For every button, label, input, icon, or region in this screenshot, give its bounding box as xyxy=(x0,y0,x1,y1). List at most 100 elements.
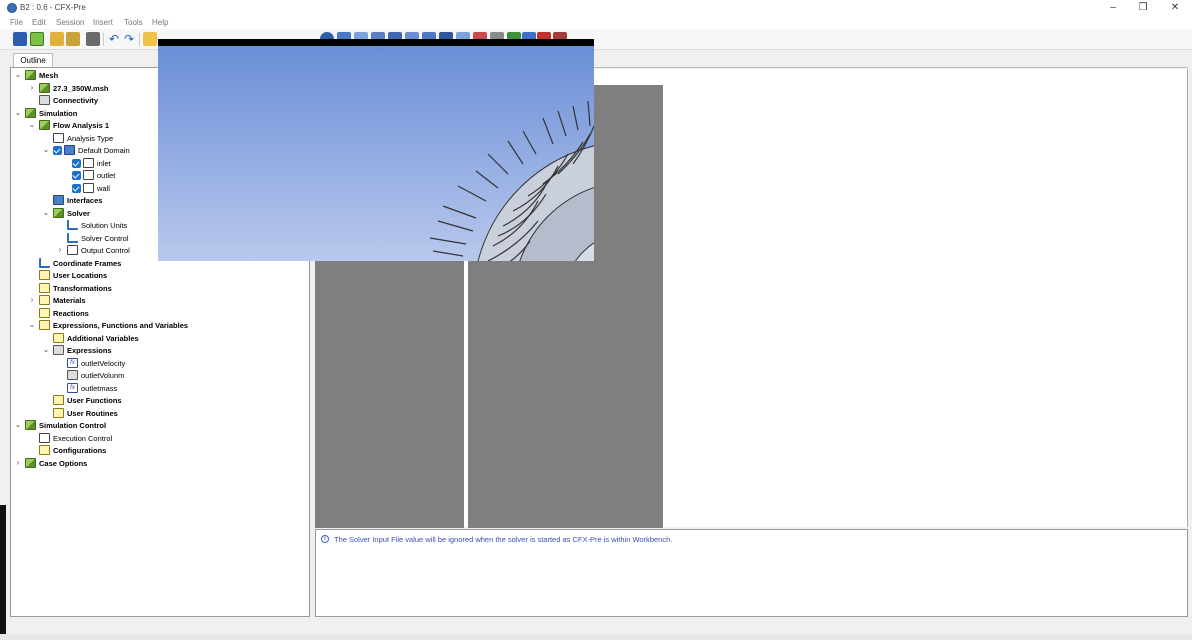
refresh-icon[interactable] xyxy=(30,32,44,46)
outlet-checkbox[interactable] xyxy=(72,170,81,180)
tab-outline[interactable]: Outline xyxy=(13,53,53,68)
new-case-icon[interactable] xyxy=(143,32,157,46)
tree-label: User Routines xyxy=(67,408,118,418)
tree-label: Coordinate Frames xyxy=(53,258,122,268)
inlet-checkbox[interactable] xyxy=(72,158,81,168)
collapse-icon[interactable]: ⌄ xyxy=(28,320,36,330)
boundary-icon xyxy=(83,183,94,193)
undo-icon[interactable]: ↶ xyxy=(107,32,121,46)
tree-item-interfaces[interactable]: Interfaces xyxy=(53,194,102,206)
tree-item-wall[interactable]: wall xyxy=(72,182,110,194)
tree-item-flow-analysis[interactable]: ⌄ Flow Analysis 1 xyxy=(28,119,109,131)
message-panel: i The Solver Input File value will be ig… xyxy=(315,529,1188,617)
tree-label: Simulation xyxy=(39,108,78,118)
menu-insert[interactable]: Insert xyxy=(93,18,113,27)
expand-icon[interactable]: › xyxy=(56,245,64,255)
tree-item-solver-control[interactable]: Solver Control xyxy=(67,232,129,244)
minimize-icon[interactable]: – xyxy=(1098,1,1128,15)
message-text: The Solver Input File value will be igno… xyxy=(334,535,673,544)
tree-item-expressions-functions-variables[interactable]: ⌄ Expressions, Functions and Variables xyxy=(28,319,188,331)
mesh-icon xyxy=(25,70,36,80)
collapse-icon[interactable]: ⌄ xyxy=(42,208,50,218)
save-icon[interactable] xyxy=(13,32,27,46)
domain-checkbox[interactable] xyxy=(53,145,62,155)
tree-item-configurations[interactable]: Configurations xyxy=(39,444,106,456)
collapse-icon[interactable]: ⌄ xyxy=(14,108,22,118)
collapse-icon[interactable]: ⌄ xyxy=(28,120,36,130)
tree-item-user-functions[interactable]: User Functions xyxy=(53,394,122,406)
collapse-icon[interactable]: ⌄ xyxy=(42,345,50,355)
maximize-icon[interactable]: ❐ xyxy=(1128,1,1158,15)
expand-icon[interactable]: › xyxy=(28,295,36,305)
tree-label: Interfaces xyxy=(67,195,103,205)
tree-item-transformations[interactable]: Transformations xyxy=(39,282,112,294)
tree-item-materials[interactable]: › Materials xyxy=(28,294,86,306)
domain-icon xyxy=(64,145,75,155)
tree-label: outletmass xyxy=(81,383,118,393)
3d-viewer-popup[interactable] xyxy=(158,39,594,261)
3d-viewport[interactable] xyxy=(158,46,594,261)
tree-item-coordinate-frames[interactable]: Coordinate Frames xyxy=(39,257,121,269)
collapse-icon[interactable]: ⌄ xyxy=(42,145,50,155)
import-mesh-icon[interactable] xyxy=(50,32,64,46)
tree-item-execution-control[interactable]: Execution Control xyxy=(39,432,112,444)
tree-item-default-domain[interactable]: ⌄ Default Domain xyxy=(42,144,130,156)
tree-item-expressions[interactable]: ⌄ Expressions xyxy=(42,344,112,356)
expand-icon[interactable]: › xyxy=(28,83,36,93)
tree-item-inlet[interactable]: inlet xyxy=(72,157,111,169)
tree-item-analysis-type[interactable]: Analysis Type xyxy=(53,132,113,144)
expand-icon[interactable]: › xyxy=(14,458,22,468)
tree-item-outlet-velocity[interactable]: fx outletVelocity xyxy=(67,357,125,369)
menu-tools[interactable]: Tools xyxy=(124,18,143,27)
tree-label: outletVolunm xyxy=(81,370,125,380)
collapse-icon[interactable]: ⌄ xyxy=(14,420,22,430)
info-icon: i xyxy=(321,535,329,543)
tree-label: outletVelocity xyxy=(81,358,126,368)
tree-item-user-locations[interactable]: User Locations xyxy=(39,269,107,281)
tree-label: Solver xyxy=(67,208,90,218)
output-control-icon xyxy=(67,245,78,255)
configurations-icon xyxy=(39,445,50,455)
redo-icon[interactable]: ↷ xyxy=(122,32,136,46)
popup-title-bar[interactable] xyxy=(158,39,594,46)
wall-checkbox[interactable] xyxy=(72,183,81,193)
tree-item-mesh[interactable]: ⌄ Mesh xyxy=(14,69,58,81)
solver-control-icon xyxy=(67,233,78,243)
tree-item-user-routines[interactable]: User Routines xyxy=(53,407,118,419)
tree-label: Configurations xyxy=(53,445,107,455)
simulation-control-icon xyxy=(25,420,36,430)
units-icon xyxy=(67,220,78,230)
tree-label: Execution Control xyxy=(53,433,113,443)
tree-item-reactions[interactable]: Reactions xyxy=(39,307,89,319)
interfaces-icon xyxy=(53,195,64,205)
close-icon[interactable]: ✕ xyxy=(1160,1,1190,15)
menu-help[interactable]: Help xyxy=(152,18,168,27)
tree-item-outlet[interactable]: outlet xyxy=(72,169,115,181)
tree-item-additional-variables[interactable]: Additional Variables xyxy=(53,332,139,344)
tree-label: Default Domain xyxy=(78,145,130,155)
toolbar-separator xyxy=(139,33,140,46)
menu-edit[interactable]: Edit xyxy=(32,18,46,27)
tree-item-outletmass[interactable]: fx outletmass xyxy=(67,382,117,394)
tree-label: inlet xyxy=(97,158,111,168)
tree-item-solver[interactable]: ⌄ Solver xyxy=(42,207,90,219)
tree-item-connectivity[interactable]: Connectivity xyxy=(39,94,98,106)
tree-label: Simulation Control xyxy=(39,420,107,430)
tree-item-simulation[interactable]: ⌄ Simulation xyxy=(14,107,77,119)
tree-item-output-control[interactable]: › Output Control xyxy=(56,244,130,256)
tree-item-mesh-file[interactable]: › 27.3_350W.msh xyxy=(28,82,108,94)
export-icon[interactable] xyxy=(66,32,80,46)
menu-session[interactable]: Session xyxy=(56,18,84,27)
tree-item-solution-units[interactable]: Solution Units xyxy=(67,219,127,231)
menu-bar: File Edit Session Insert Tools Help xyxy=(0,16,1192,29)
user-functions-icon xyxy=(53,395,64,405)
menu-file[interactable]: File xyxy=(10,18,23,27)
camera-icon[interactable] xyxy=(86,32,100,46)
tree-label: Expressions xyxy=(67,345,112,355)
tree-item-outlet-volunm[interactable]: outletVolunm xyxy=(67,369,124,381)
boundary-icon xyxy=(83,158,94,168)
tree-item-simulation-control[interactable]: ⌄ Simulation Control xyxy=(14,419,106,431)
collapse-icon[interactable]: ⌄ xyxy=(14,70,22,80)
tree-item-case-options[interactable]: › Case Options xyxy=(14,457,87,469)
user-routines-icon xyxy=(53,408,64,418)
